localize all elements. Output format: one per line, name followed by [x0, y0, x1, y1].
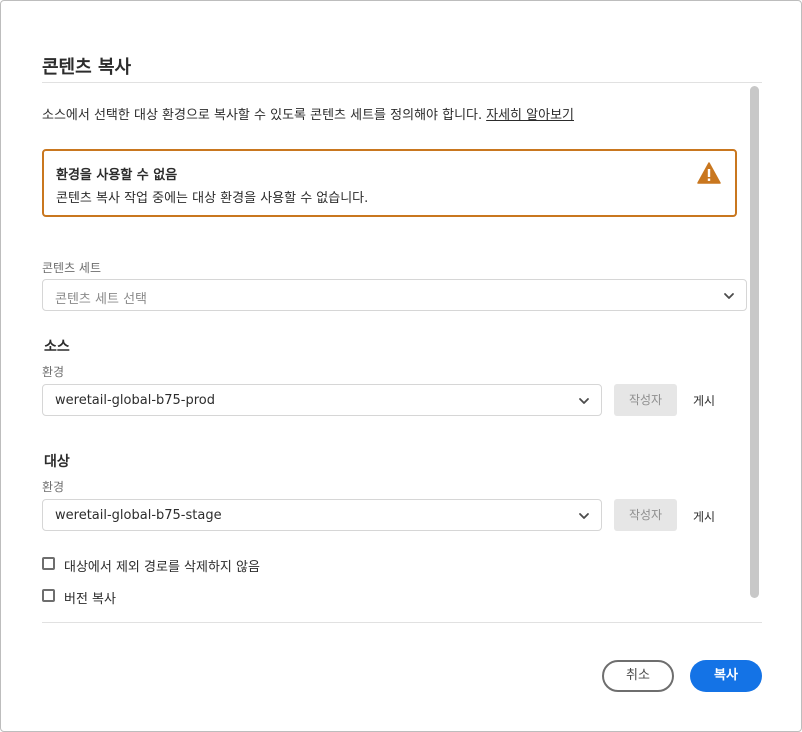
target-environment-value: weretail-global-b75-stage — [55, 508, 222, 523]
copy-versions-option[interactable]: 버전 복사 — [42, 587, 242, 607]
no-delete-checkbox[interactable] — [42, 557, 55, 570]
source-heading: 소스 — [44, 339, 70, 355]
alert-message: 콘텐츠 복사 작업 중에는 대상 환경을 사용할 수 없습니다. — [56, 191, 369, 206]
content-set-label: 콘텐츠 세트 — [42, 261, 102, 275]
target-author-button[interactable]: 작성자 — [614, 499, 677, 531]
alert-title: 환경을 사용할 수 없음 — [56, 168, 178, 183]
copy-button[interactable]: 복사 — [690, 660, 762, 692]
cancel-button[interactable]: 취소 — [602, 660, 674, 692]
copy-versions-checkbox[interactable] — [42, 589, 55, 602]
target-publish-button[interactable]: 게시 — [693, 508, 715, 525]
chevron-down-icon — [579, 398, 589, 404]
copy-content-dialog: 콘텐츠 복사 소스에서 선택한 대상 환경으로 복사할 수 있도록 콘텐츠 세트… — [0, 0, 802, 732]
source-environment-value: weretail-global-b75-prod — [55, 393, 216, 408]
target-environment-label: 환경 — [42, 480, 65, 494]
no-delete-label: 대상에서 제외 경로를 삭제하지 않음 — [64, 560, 260, 575]
content-set-placeholder: 콘텐츠 세트 선택 — [55, 292, 147, 307]
learn-more-link[interactable]: 자세히 알아보기 — [486, 108, 574, 123]
environment-unavailable-alert: 환경을 사용할 수 없음 콘텐츠 복사 작업 중에는 대상 환경을 사용할 수 … — [42, 149, 737, 217]
copy-versions-label: 버전 복사 — [64, 592, 116, 607]
source-publish-button[interactable]: 게시 — [693, 392, 715, 409]
intro-description: 소스에서 선택한 대상 환경으로 복사할 수 있도록 콘텐츠 세트를 정의해야 … — [42, 108, 483, 123]
content-set-picker[interactable]: 콘텐츠 세트 선택 — [42, 279, 747, 311]
dialog-title: 콘텐츠 복사 — [42, 57, 132, 78]
footer-divider — [42, 622, 762, 623]
chevron-down-icon — [724, 293, 734, 299]
chevron-down-icon — [579, 513, 589, 519]
header-divider — [42, 82, 762, 83]
target-heading: 대상 — [44, 454, 70, 470]
scrollbar-thumb[interactable] — [750, 86, 759, 598]
source-author-button[interactable]: 작성자 — [614, 384, 677, 416]
source-environment-label: 환경 — [42, 365, 65, 379]
no-delete-exclusion-option[interactable]: 대상에서 제외 경로를 삭제하지 않음 — [42, 555, 342, 575]
target-environment-picker[interactable]: weretail-global-b75-stage — [42, 499, 602, 531]
warning-icon — [697, 162, 721, 184]
source-environment-picker[interactable]: weretail-global-b75-prod — [42, 384, 602, 416]
intro-text: 소스에서 선택한 대상 환경으로 복사할 수 있도록 콘텐츠 세트를 정의해야 … — [42, 104, 574, 123]
